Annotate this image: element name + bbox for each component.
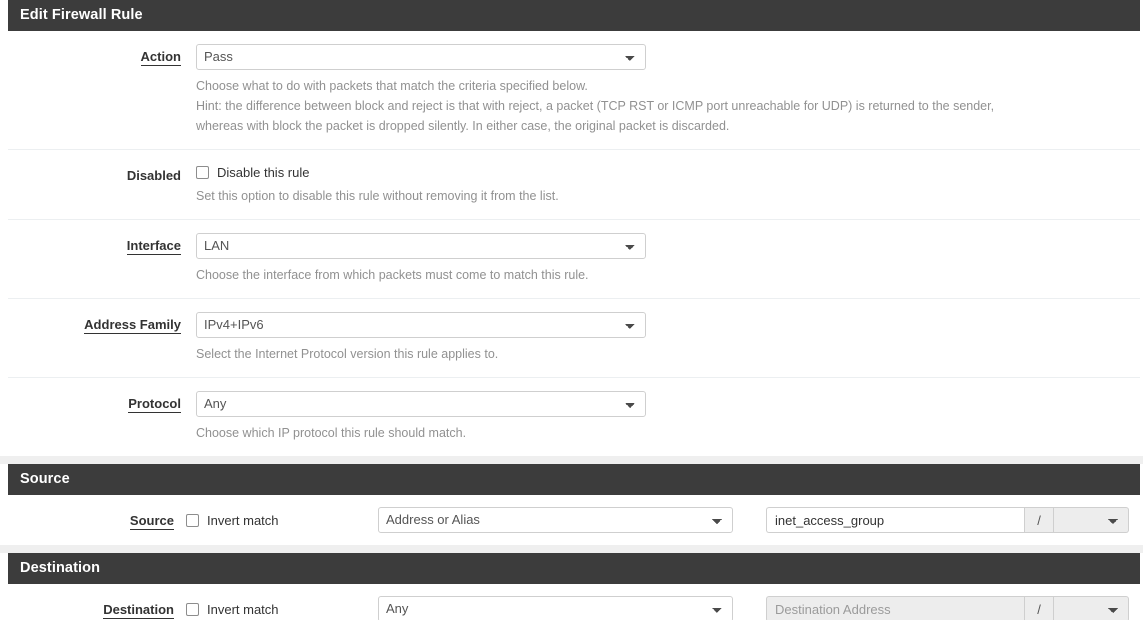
destination-label[interactable]: Destination <box>103 601 174 619</box>
destination-address-input[interactable] <box>766 596 1024 620</box>
disabled-label: Disabled <box>126 168 181 183</box>
destination-type-select[interactable]: Any <box>378 596 733 620</box>
address-family-label[interactable]: Address Family <box>84 317 181 334</box>
destination-type-cell: Any <box>378 596 736 620</box>
source-label[interactable]: Source <box>129 512 174 530</box>
action-help-line-1: Choose what to do with packets that matc… <box>196 79 588 93</box>
action-label-cell: Action <box>8 44 196 66</box>
action-help: Choose what to do with packets that matc… <box>196 76 1096 136</box>
disable-rule-checkbox-label[interactable]: Disable this rule <box>217 165 310 180</box>
address-family-label-cell: Address Family <box>8 312 196 334</box>
protocol-help: Choose which IP protocol this rule shoul… <box>196 426 467 440</box>
action-help-line-3: whereas with block the packet is dropped… <box>196 119 730 133</box>
action-help-line-2: Hint: the difference between block and r… <box>196 99 995 113</box>
form-row-interface: Interface LAN Choose the interface from … <box>8 219 1140 298</box>
source-row: Source Invert match Address or Alias / <box>8 495 1140 545</box>
disable-rule-checkbox-row[interactable]: Disable this rule <box>196 163 1130 180</box>
source-mask-select[interactable] <box>1054 507 1129 533</box>
address-family-help: Select the Internet Protocol version thi… <box>196 347 499 361</box>
address-family-field-cell: IPv4+IPv6 Select the Internet Protocol v… <box>196 312 1140 364</box>
edit-firewall-rule-panel: Edit Firewall Rule Action Pass Choose wh… <box>8 0 1140 456</box>
interface-label-cell: Interface <box>8 233 196 255</box>
interface-select[interactable]: LAN <box>196 233 646 259</box>
interface-label[interactable]: Interface <box>126 238 181 255</box>
destination-panel: Destination Destination Invert match Any <box>8 553 1140 620</box>
panel-gap-source <box>0 456 1143 464</box>
destination-row: Destination Invert match Any / <box>8 584 1140 620</box>
source-label-cell: Source <box>8 512 186 530</box>
action-field-cell: Pass Choose what to do with packets that… <box>196 44 1140 136</box>
source-type-cell: Address or Alias <box>378 507 736 533</box>
protocol-select[interactable]: Any <box>196 391 646 417</box>
destination-mask-select[interactable] <box>1054 596 1129 620</box>
source-mask-slash: / <box>1024 507 1054 533</box>
source-invert-label[interactable]: Invert match <box>207 513 279 528</box>
panel-gap-destination <box>0 545 1143 553</box>
destination-invert-checkbox[interactable] <box>186 602 199 616</box>
source-invert-checkbox[interactable] <box>186 513 199 527</box>
form-row-disabled: Disabled Disable this rule Set this opti… <box>8 149 1140 219</box>
interface-help: Choose the interface from which packets … <box>196 268 589 282</box>
action-select[interactable]: Pass <box>196 44 646 70</box>
destination-address-group: / <box>766 596 1129 620</box>
destination-invert-cell[interactable]: Invert match <box>186 602 378 617</box>
disable-rule-checkbox[interactable] <box>196 166 209 179</box>
source-heading: Source <box>8 464 1140 495</box>
source-body: Source Invert match Address or Alias / <box>8 495 1140 545</box>
source-type-select[interactable]: Address or Alias <box>378 507 733 533</box>
address-family-select[interactable]: IPv4+IPv6 <box>196 312 646 338</box>
destination-heading: Destination <box>8 553 1140 584</box>
form-row-address-family: Address Family IPv4+IPv6 Select the Inte… <box>8 298 1140 377</box>
protocol-field-cell: Any Choose which IP protocol this rule s… <box>196 391 1140 443</box>
destination-mask-slash: / <box>1024 596 1054 620</box>
interface-field-cell: LAN Choose the interface from which pack… <box>196 233 1140 285</box>
source-address-input[interactable] <box>766 507 1024 533</box>
destination-body: Destination Invert match Any / <box>8 584 1140 620</box>
source-panel: Source Source Invert match Address or Al… <box>8 464 1140 545</box>
protocol-label-cell: Protocol <box>8 391 196 413</box>
firewall-rule-edit-page: Edit Firewall Rule Action Pass Choose wh… <box>0 0 1143 620</box>
destination-invert-label[interactable]: Invert match <box>207 602 279 617</box>
protocol-label[interactable]: Protocol <box>128 396 181 413</box>
destination-label-cell: Destination <box>8 601 186 619</box>
source-invert-cell[interactable]: Invert match <box>186 513 378 528</box>
form-row-action: Action Pass Choose what to do with packe… <box>8 31 1140 149</box>
disabled-help: Set this option to disable this rule wit… <box>196 189 559 203</box>
form-row-protocol: Protocol Any Choose which IP protocol th… <box>8 377 1140 456</box>
source-address-group: / <box>766 507 1129 533</box>
action-label[interactable]: Action <box>140 49 181 66</box>
edit-firewall-rule-heading: Edit Firewall Rule <box>8 0 1140 31</box>
disabled-field-cell: Disable this rule Set this option to dis… <box>196 163 1140 206</box>
edit-firewall-rule-body: Action Pass Choose what to do with packe… <box>8 31 1140 456</box>
